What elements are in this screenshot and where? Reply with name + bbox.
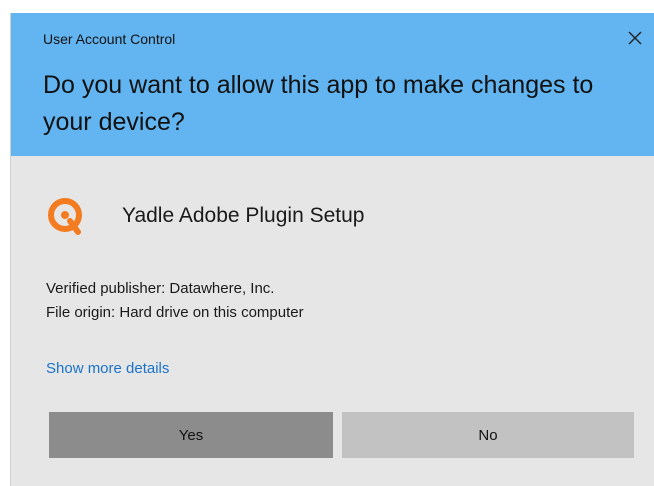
yadle-logo-icon <box>44 194 88 238</box>
publisher-info: Verified publisher: Datawhere, Inc. File… <box>46 277 304 325</box>
window-title: User Account Control <box>43 31 176 47</box>
close-icon <box>624 27 646 49</box>
yes-button[interactable]: Yes <box>49 412 333 458</box>
no-button[interactable]: No <box>342 412 634 458</box>
app-row: Yadle Adobe Plugin Setup <box>44 194 364 238</box>
dialog-header: User Account Control Do you want to allo… <box>11 13 654 156</box>
prompt-question: Do you want to allow this app to make ch… <box>43 71 594 136</box>
close-button[interactable] <box>624 27 646 49</box>
show-more-details-link[interactable]: Show more details <box>46 360 169 377</box>
uac-dialog: User Account Control Do you want to allo… <box>11 13 654 486</box>
app-name: Yadle Adobe Plugin Setup <box>122 204 365 227</box>
file-origin: File origin: Hard drive on this computer <box>46 304 304 321</box>
verified-publisher: Verified publisher: Datawhere, Inc. <box>46 280 275 297</box>
